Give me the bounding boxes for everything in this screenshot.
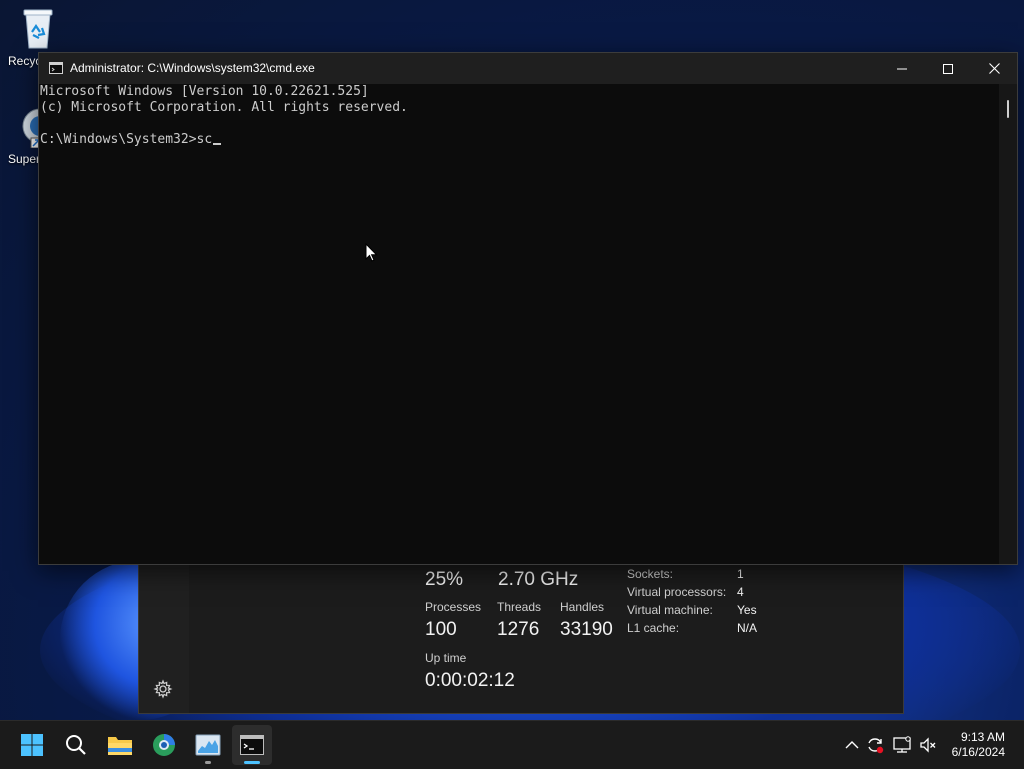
console-app-icon: [49, 62, 63, 74]
maximize-button[interactable]: [925, 53, 971, 84]
scrollbar-thumb[interactable]: [1007, 100, 1009, 118]
start-button[interactable]: [12, 725, 52, 765]
virtual-processors-value: 4: [737, 585, 744, 599]
cpu-speed-value: 2.70 GHz: [498, 569, 579, 590]
uptime-label: Up time: [425, 651, 467, 665]
sockets-value: 1: [737, 567, 744, 581]
close-button[interactable]: [971, 53, 1017, 84]
command-prompt-window[interactable]: Administrator: C:\Windows\system32\cmd.e…: [38, 52, 1018, 565]
mouse-pointer-icon: [365, 242, 379, 263]
threads-value: 1276: [497, 619, 540, 640]
virtual-machine-value: Yes: [737, 603, 757, 617]
window-title: Administrator: C:\Windows\system32\cmd.e…: [70, 61, 315, 75]
clock-date: 6/16/2024: [951, 745, 1005, 759]
close-icon: [988, 63, 1000, 74]
show-hidden-icons-chevron-up-icon[interactable]: [842, 735, 862, 755]
file-explorer-icon: [108, 737, 132, 755]
system-clock[interactable]: 9:13 AM 6/16/2024: [952, 730, 1005, 760]
task-manager-icon: [195, 734, 221, 756]
volume-muted-icon[interactable]: [918, 735, 938, 755]
vertical-scrollbar[interactable]: [999, 84, 1017, 564]
desktop: Recyc Super 25% 2.70 GHz Processes Threa…: [0, 0, 1024, 720]
console-line: Microsoft Windows [Version 10.0.22621.52…: [40, 84, 369, 99]
clock-time: 9:13 AM: [960, 730, 1005, 744]
command-prompt-icon: [240, 735, 264, 755]
l1-cache-key: L1 cache:: [627, 621, 680, 635]
recycle-bin-icon: [18, 6, 58, 50]
uptime-value: 0:00:02:12: [425, 670, 515, 691]
virtual-processors-key: Virtual processors:: [627, 585, 727, 599]
task-manager-button[interactable]: [188, 725, 228, 765]
console-line: (c) Microsoft Corporation. All rights re…: [40, 100, 408, 115]
search-icon: [66, 735, 86, 755]
network-ethernet-icon[interactable]: [892, 735, 912, 755]
minimize-icon: [897, 68, 907, 69]
browser-button[interactable]: [144, 725, 184, 765]
handles-value: 33190: [560, 619, 613, 640]
console-prompt-line[interactable]: C:\Windows\System32>sc: [40, 132, 222, 148]
maximize-icon: [943, 63, 953, 74]
text-cursor: [213, 143, 222, 145]
threads-label: Threads: [497, 600, 542, 614]
browser-icon: [153, 734, 175, 756]
virtual-machine-key: Virtual machine:: [627, 603, 713, 617]
window-titlebar[interactable]: Administrator: C:\Windows\system32\cmd.e…: [39, 53, 1017, 84]
console-prompt-text: C:\Windows\System32>sc: [40, 132, 213, 147]
file-explorer-button[interactable]: [100, 725, 140, 765]
processes-value: 100: [425, 619, 457, 640]
command-prompt-button[interactable]: [232, 725, 272, 765]
sockets-key: Sockets:: [627, 567, 674, 581]
running-indicator: [205, 761, 211, 764]
minimize-button[interactable]: [879, 53, 925, 84]
console-output[interactable]: Microsoft Windows [Version 10.0.22621.52…: [39, 84, 999, 564]
taskbar: 9:13 AM 6/16/2024: [0, 720, 1024, 769]
start-icon: [21, 734, 43, 756]
processes-label: Processes: [425, 600, 482, 614]
task-manager-window[interactable]: 25% 2.70 GHz Processes Threads Handles 1…: [138, 562, 904, 714]
search-button[interactable]: [56, 725, 96, 765]
settings-gear-icon[interactable]: [153, 679, 173, 699]
active-indicator: [244, 761, 260, 764]
l1-cache-value: N/A: [737, 621, 758, 635]
cpu-utilization-value: 25%: [425, 569, 464, 590]
update-sync-icon[interactable]: [865, 735, 885, 755]
handles-label: Handles: [560, 600, 605, 614]
